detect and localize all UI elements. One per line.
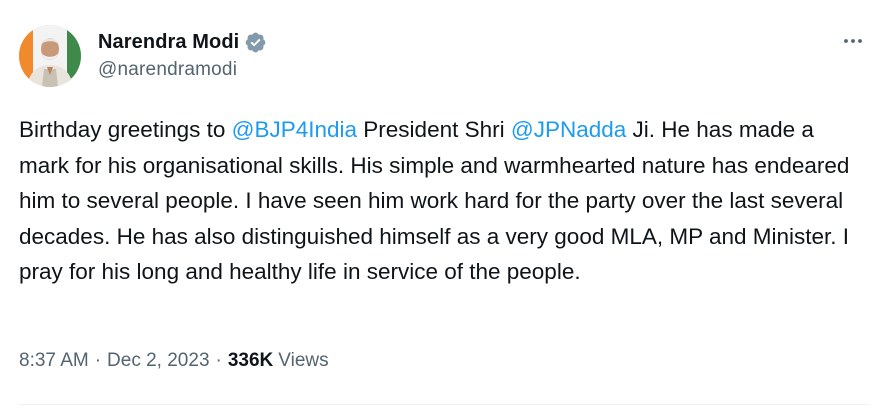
author-names: Narendra Modi @narendramodi xyxy=(98,29,267,81)
author-handle[interactable]: @narendramodi xyxy=(98,59,267,81)
tweet-text-segment: Birthday greetings to xyxy=(19,117,232,142)
mention-link-jpnadda[interactable]: @JPNadda xyxy=(511,117,626,142)
tweet-text-segment: President Shri xyxy=(357,117,511,142)
views-label: Views xyxy=(278,350,329,371)
display-name[interactable]: Narendra Modi xyxy=(98,31,239,54)
tweet-text-segment: Ji. He has made a mark for his organisat… xyxy=(19,117,850,284)
tweet-meta: 8:37 AM · Dec 2, 2023 · 336K Views xyxy=(19,350,329,372)
meta-separator: · xyxy=(215,350,222,371)
avatar-image xyxy=(19,25,81,87)
divider xyxy=(19,404,870,405)
name-row: Narendra Modi xyxy=(98,29,267,56)
avatar[interactable] xyxy=(19,25,81,87)
tweet-card: Narendra Modi @narendramodi Birthday gre… xyxy=(0,0,889,410)
tweet-date[interactable]: Dec 2, 2023 xyxy=(107,350,209,372)
meta-separator: · xyxy=(94,350,102,371)
views-count: 336K xyxy=(227,350,274,371)
more-button[interactable] xyxy=(838,29,868,53)
more-horizontal-icon xyxy=(844,39,862,43)
tweet-time[interactable]: 8:37 AM xyxy=(19,350,89,372)
mention-link-bjp4india[interactable]: @BJP4India xyxy=(232,117,357,142)
tweet-header: Narendra Modi @narendramodi xyxy=(19,25,870,89)
tweet-text: Birthday greetings to @BJP4India Preside… xyxy=(19,112,859,290)
verified-badge-icon[interactable] xyxy=(244,31,267,54)
